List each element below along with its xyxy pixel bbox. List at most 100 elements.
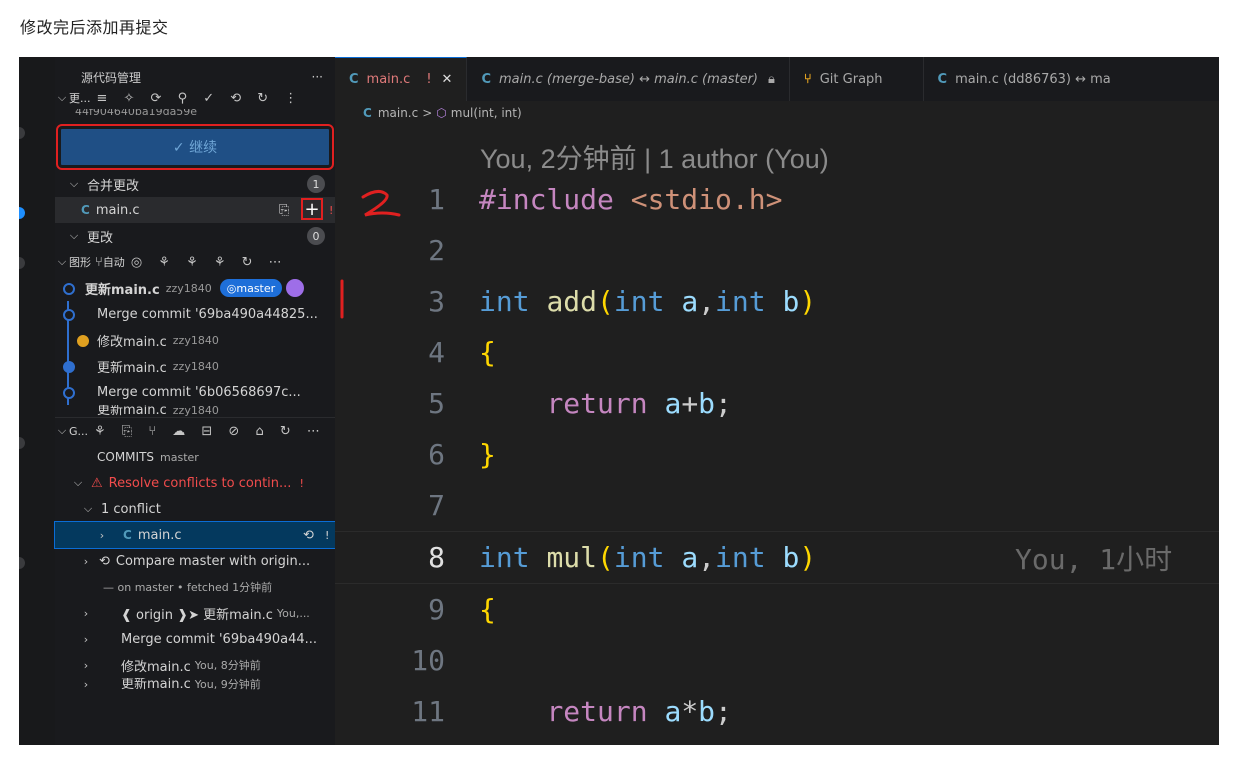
merge-changes-group[interactable]: ⌵ 合并更改 1 (55, 171, 335, 197)
graph-label: 图形 (69, 256, 91, 269)
changes-group[interactable]: ⌵ 更改 0 (55, 223, 335, 249)
line-number: 1 (428, 183, 445, 216)
graph-commit[interactable]: 修改main.c zzy1840 (55, 327, 335, 353)
commits-branch: master (160, 450, 199, 464)
page-caption: 修改完后添加再提交 (20, 18, 169, 37)
breadcrumb-symbol[interactable]: mul(int, int) (451, 106, 522, 120)
code-text: return a*b; (546, 695, 732, 728)
commit-item[interactable]: › ❰ origin ❱➤ 更新main.c You,... (55, 600, 335, 626)
tab-commit-diff[interactable]: C main.c (dd86763) ↔ ma (924, 57, 1125, 101)
code-line: 7 (335, 480, 1219, 531)
conflict-count: 1 conflict (101, 501, 161, 517)
commit-meta: You,... (276, 606, 310, 620)
conflict-file-name: main.c (137, 527, 182, 543)
c-file-icon: C (349, 72, 359, 87)
graph-commit[interactable]: Merge commit '6b06568697c... (55, 379, 335, 405)
commit-dot-icon (63, 309, 75, 321)
activity-icon[interactable] (19, 557, 25, 569)
graph-commit[interactable]: 更新main.c zzy1840 (55, 405, 335, 417)
tab-merge-base-diff[interactable]: C main.c (merge-base) ↔ main.c (master) … (467, 57, 790, 101)
compare-label: Compare master with origin... (115, 553, 311, 569)
branch-badge: ◎ master (219, 279, 283, 297)
commit-author: zzy1840 (165, 281, 212, 295)
codelens-authors[interactable]: You, 2分钟前 | 1 author (You) (480, 137, 829, 176)
graph-commit[interactable]: 更新main.c zzy1840 (55, 353, 335, 379)
commit-dot-icon (63, 361, 75, 373)
toolbar-icons[interactable]: ≡ ✧ ⟳ ⚲ ✓ ⟲ ↻ ⋮ (97, 91, 304, 106)
continue-button[interactable]: ✓ 继续 (56, 124, 334, 170)
gitlens-toolbar-icons[interactable]: ⚘ ⎘ ⑂ ☁ ⊟ ⊘ ⌂ ↻ ⋯ (94, 424, 326, 439)
commit-item[interactable]: › 修改main.c You, 8分钟前 (55, 652, 335, 678)
line-number: 5 (428, 387, 445, 420)
chevron-down-icon: ⌵ (57, 91, 67, 104)
chevron-down-icon: ⌵ (57, 424, 67, 437)
conflict-file-item[interactable]: › C main.c ⟲ ! (54, 521, 336, 549)
activity-bar (19, 57, 55, 745)
commit-message: 修改main.c (97, 334, 167, 350)
commits-header: COMMITS master (55, 444, 335, 470)
code-line: 9 { (335, 584, 1219, 635)
line-number: 8 (428, 541, 445, 574)
open-file-icon[interactable]: ⎘ (279, 203, 289, 218)
graph-commit[interactable]: 更新main.c zzy1840 ◎ master (55, 275, 335, 301)
fetched-info: — on master • fetched 1分钟前 (55, 574, 335, 600)
editor-tabs: C main.c ! ✕ C main.c (merge-base) ↔ mai… (335, 57, 1219, 101)
changes-count: 0 (307, 227, 325, 245)
commit-label: ❰ origin ❱➤ 更新main.c (121, 607, 273, 623)
graph-commit[interactable]: Merge commit '69ba490a44825... (55, 301, 335, 327)
commit-message-input[interactable]: 44f904640ba19da59e (69, 109, 321, 119)
chevron-right-icon: › (83, 632, 89, 646)
line-number: 11 (411, 695, 445, 728)
breadcrumb: C main.c > ⬡ mul(int, int) (335, 101, 1219, 125)
repo-section-header[interactable]: ⌵ 更... ≡ ✧ ⟳ ⚲ ✓ ⟲ ↻ ⋮ (55, 87, 335, 109)
sidebar-title: 源代码管理 (81, 70, 142, 85)
merge-file-item[interactable]: C main.c ⎘ + ! (55, 197, 335, 223)
code-view[interactable]: 1 #include <stdio.h> 2 3 int add(int a,i… (335, 174, 1219, 737)
annotation-mark-2 (361, 190, 401, 217)
conflict-status: ! (325, 528, 330, 542)
more-actions-icon[interactable]: ··· (312, 70, 323, 84)
chevron-down-icon: ⌵ (83, 502, 93, 515)
stage-changes-plus-icon[interactable]: + (301, 198, 323, 220)
c-file-icon: C (81, 203, 90, 217)
changes-label: 更改 (87, 230, 114, 246)
cloud-icon (286, 279, 305, 297)
source-control-icon[interactable] (19, 207, 25, 219)
code-text: return a+b; (546, 387, 732, 420)
activity-icon[interactable] (19, 257, 25, 269)
activity-icon[interactable] (19, 127, 25, 139)
commit-message: 更新main.c (97, 405, 167, 417)
line-number: 10 (411, 644, 445, 677)
compare-icon[interactable]: ⟲ (303, 528, 314, 543)
compare-item[interactable]: › ⟲ Compare master with origin... (55, 548, 335, 574)
gitlens-section-header[interactable]: ⌵ G... ⚘ ⎘ ⑂ ☁ ⊟ ⊘ ⌂ ↻ ⋯ (55, 417, 335, 444)
chevron-right-icon: › (83, 554, 89, 568)
commit-label: 修改main.c (121, 659, 191, 675)
graph-toolbar-icons[interactable]: ◎ ⚘ ⚘ ⚘ ↻ ⋯ (131, 255, 288, 270)
tab-git-graph[interactable]: ⑂ Git Graph (790, 57, 924, 101)
commit-dot-icon (77, 335, 89, 347)
warning-icon: ⚠ (91, 475, 103, 491)
tab-main-c[interactable]: C main.c ! ✕ (335, 57, 468, 101)
activity-icon[interactable] (19, 437, 25, 449)
merge-file-name: main.c (95, 202, 140, 218)
line-number: 4 (428, 336, 445, 369)
commit-message: Merge commit '69ba490a44825... (97, 306, 318, 322)
commit-meta: You, 9分钟前 (194, 678, 261, 691)
lock-icon: 🔒︎ (768, 71, 775, 87)
code-text: { (479, 336, 496, 369)
line-number: 6 (428, 438, 445, 471)
commit-item[interactable]: › 更新main.c You, 9分钟前 (55, 678, 335, 692)
annotation-mark-1 (340, 279, 344, 319)
commit-message: Merge commit '6b06568697c... (97, 384, 301, 400)
code-line: 1 #include <stdio.h> (335, 174, 1219, 225)
commit-item[interactable]: › Merge commit '69ba490a44... (55, 626, 335, 652)
code-text: } (479, 438, 496, 471)
code-line: 3 int add(int a,int b) (335, 276, 1219, 327)
line-number: 3 (428, 285, 445, 318)
breadcrumb-file[interactable]: main.c (378, 106, 418, 120)
graph-section-header[interactable]: ⌵ 图形 ⑂ 自动 ◎ ⚘ ⚘ ⚘ ↻ ⋯ (55, 249, 335, 275)
conflict-count-item[interactable]: ⌵ 1 conflict (55, 496, 335, 522)
resolve-conflicts-item[interactable]: ⌵ ⚠ Resolve conflicts to contin... ! (55, 470, 335, 496)
close-icon[interactable]: ✕ (442, 72, 453, 87)
